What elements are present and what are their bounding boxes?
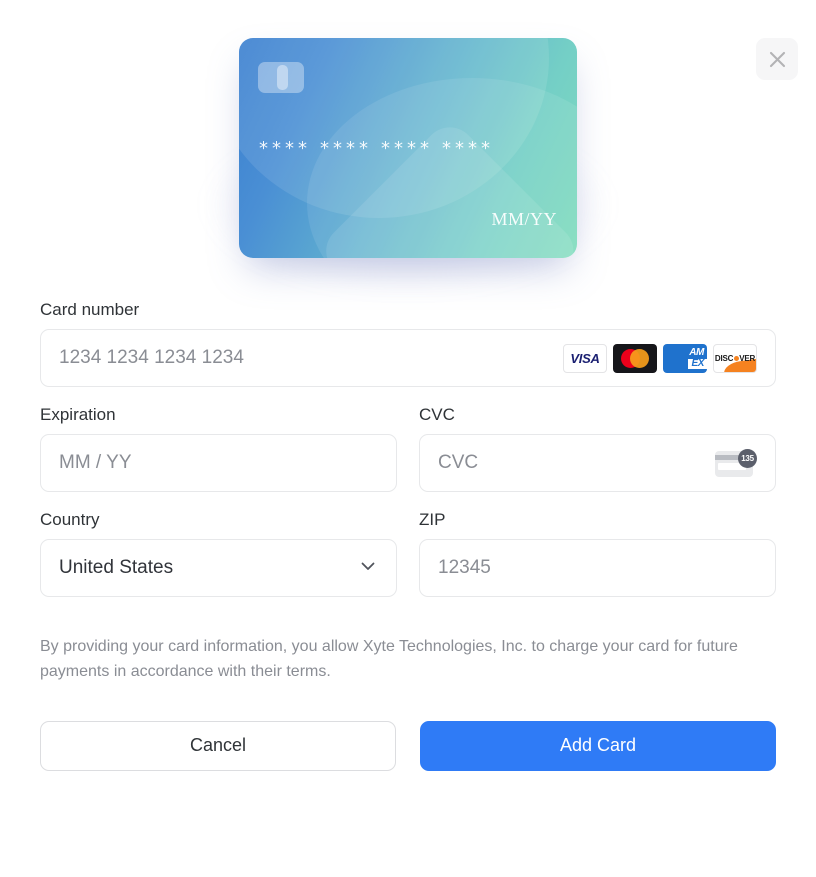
card-preview-expiry: MM/YY	[491, 209, 557, 229]
cvc-label: CVC	[419, 405, 455, 424]
discover-label-end: VER	[739, 353, 756, 363]
card-number-input[interactable]	[59, 330, 563, 386]
mastercard-icon	[613, 343, 657, 373]
card-number-group: ****	[442, 138, 494, 159]
zip-input-shell[interactable]	[419, 539, 776, 597]
card-brand-icons: VISA AM EX DISC VER	[563, 343, 757, 373]
card-number-group: ****	[320, 138, 372, 159]
zip-field-group: ZIP	[419, 510, 776, 597]
card-number-label: Card number	[40, 300, 140, 319]
visa-icon: VISA	[563, 343, 607, 373]
amex-icon: AM EX	[663, 343, 707, 373]
card-number-group: ****	[259, 138, 311, 159]
expiration-label: Expiration	[40, 405, 116, 424]
card-chip-icon	[258, 62, 304, 93]
zip-input[interactable]	[438, 540, 757, 596]
cvc-card-back-icon: 135	[715, 449, 757, 477]
card-form: Card number VISA AM EX	[0, 300, 816, 615]
card-number-input-shell[interactable]: VISA AM EX DISC VER	[40, 329, 776, 387]
add-card-button[interactable]: Add Card	[420, 720, 776, 771]
card-number-field-group: Card number VISA AM EX	[40, 300, 776, 387]
expiration-input[interactable]	[59, 435, 378, 491]
chevron-down-icon	[358, 556, 378, 581]
card-number-group: ****	[381, 138, 433, 159]
visa-label: VISA	[570, 350, 600, 366]
add-card-dialog: **** **** **** **** MM/YY Card number VISA	[0, 0, 816, 877]
amex-label-line1: AM	[689, 346, 704, 358]
cvc-input[interactable]	[438, 435, 715, 491]
mastercard-yellow-circle	[630, 348, 649, 368]
expiry-cvc-row: Expiration CVC 135	[40, 405, 776, 510]
dialog-actions: Cancel Add Card	[0, 685, 816, 771]
country-field-group: Country United States	[40, 510, 397, 597]
card-preview-number: **** **** **** ****	[259, 138, 557, 159]
cvc-input-shell[interactable]: 135	[419, 434, 776, 492]
credit-card-graphic: **** **** **** **** MM/YY	[239, 38, 577, 258]
cvc-badge: 135	[738, 449, 757, 468]
country-zip-row: Country United States ZIP	[40, 510, 776, 615]
discover-o-dot	[733, 355, 739, 361]
discover-label: DISC VER	[715, 354, 755, 363]
expiration-field-group: Expiration	[40, 405, 397, 492]
card-preview-area: **** **** **** **** MM/YY	[0, 0, 816, 300]
discover-label-start: DISC	[714, 353, 734, 363]
cvc-field-group: CVC 135	[419, 405, 776, 492]
discover-icon: DISC VER	[713, 343, 757, 373]
disclaimer-text: By providing your card information, you …	[40, 638, 738, 680]
country-selected-value: United States	[59, 557, 174, 578]
zip-label: ZIP	[419, 510, 446, 529]
expiration-input-shell[interactable]	[40, 434, 397, 492]
amex-label-line2: EX	[688, 358, 707, 369]
country-select[interactable]: United States	[40, 539, 397, 597]
country-label: Country	[40, 510, 100, 529]
cancel-button[interactable]: Cancel	[40, 720, 396, 771]
